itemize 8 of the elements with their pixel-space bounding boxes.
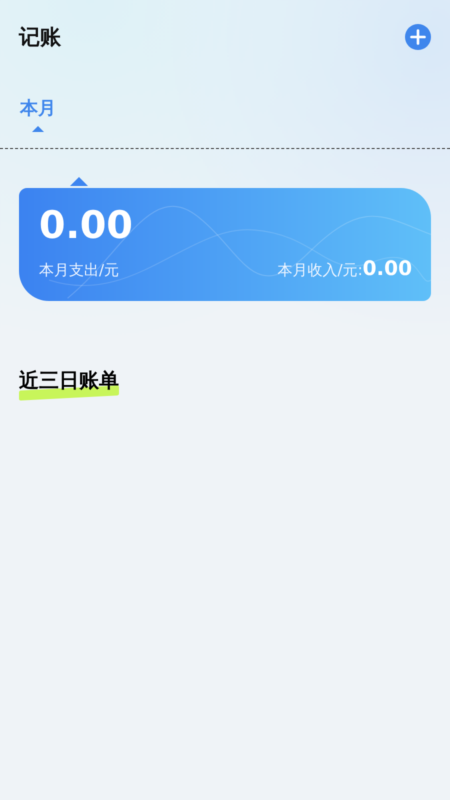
- section-title: 近三日账单: [19, 368, 119, 392]
- income-amount: 0.00: [362, 256, 412, 280]
- income-label: 本月收入/元:: [278, 261, 363, 279]
- tab[interactable]: 本月: [20, 96, 56, 132]
- expense-label: 本月支出/元: [39, 261, 120, 280]
- expense-amount: 0.00: [39, 202, 134, 248]
- page-title: 记账: [19, 24, 61, 51]
- add-icon[interactable]: [405, 24, 431, 50]
